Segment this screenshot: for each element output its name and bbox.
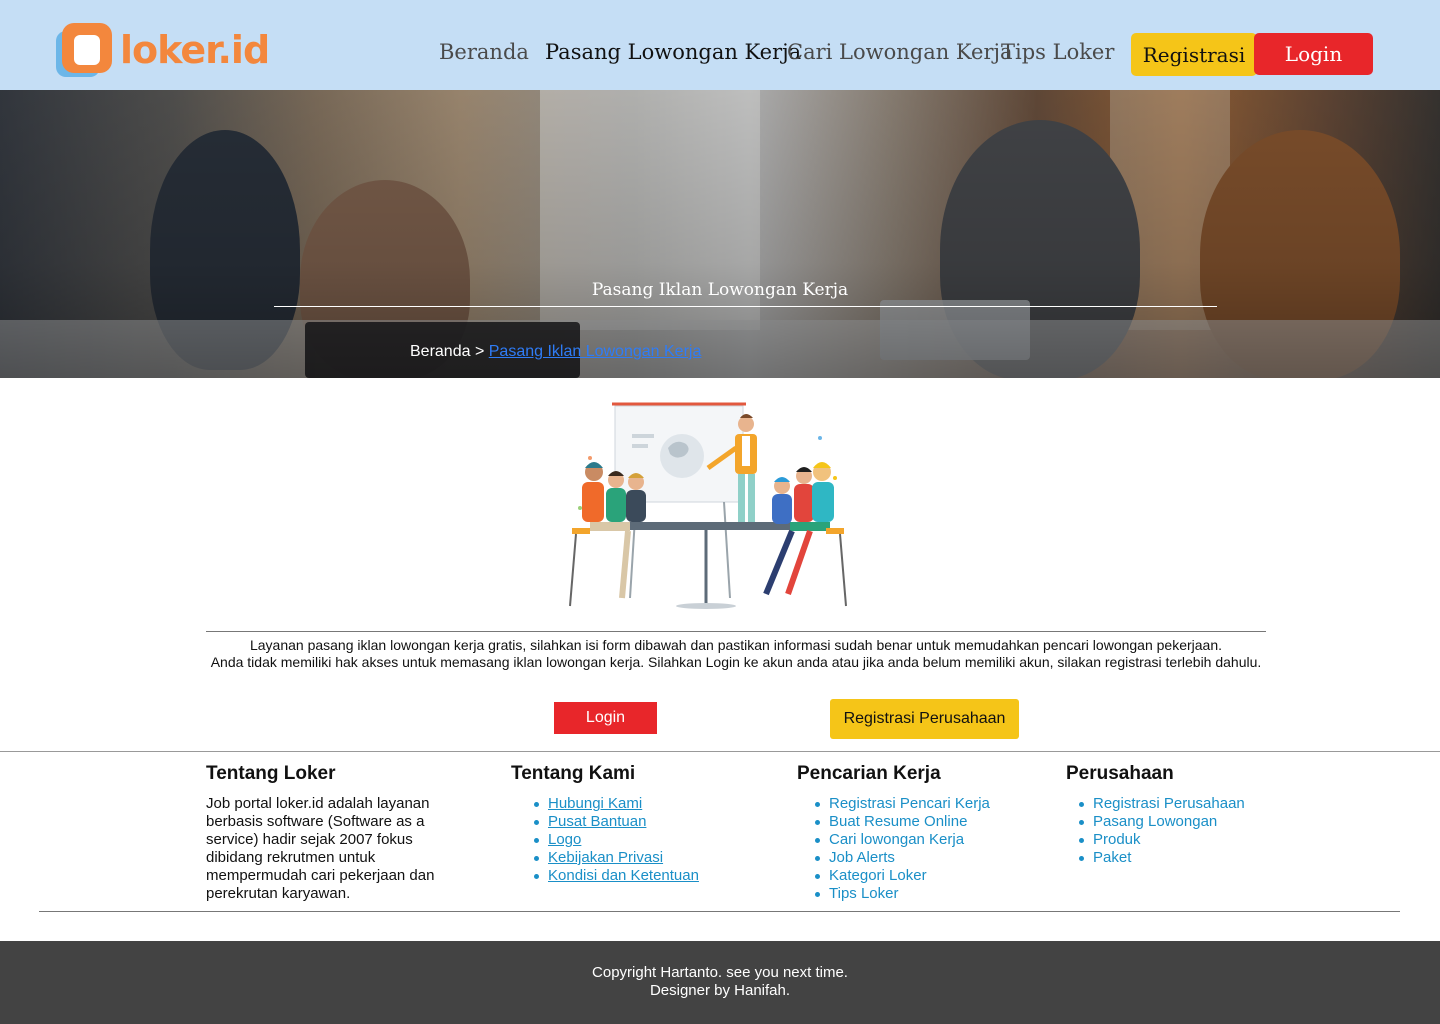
footer-link-kebijakan-privasi[interactable]: Kebijakan Privasi [530,849,699,867]
footer-link-pasang-lowongan[interactable]: Pasang Lowongan [1075,813,1245,831]
site-header: loker.id Beranda Pasang Lowongan Kerja C… [0,0,1440,90]
hero-divider [274,306,1217,307]
footer-link-logo[interactable]: Logo [530,831,699,849]
footer-divider-bottom [39,911,1400,912]
footer-heading: Tentang Kami [511,763,636,784]
footer-link-list: Registrasi Perusahaan Pasang Lowongan Pr… [1075,795,1245,867]
breadcrumb: Beranda > Pasang Iklan Lowongan Kerja [410,343,701,361]
breadcrumb-home[interactable]: Beranda [410,343,471,360]
footer-col-job-search: Pencarian Kerja Registrasi Pencari Kerja… [797,763,990,903]
footer-link-pusat-bantuan[interactable]: Pusat Bantuan [530,813,699,831]
nav-pasang-lowongan[interactable]: Pasang Lowongan Kerja [545,40,801,64]
footer-link-list: Registrasi Pencari Kerja Buat Resume Onl… [811,795,990,903]
site-logo[interactable]: loker.id [56,22,270,78]
register-company-button[interactable]: Registrasi Perusahaan [830,699,1019,739]
footer-heading: Perusahaan [1066,763,1174,784]
copyright-bar: Copyright Hartanto. see you next time. D… [0,941,1440,1024]
footer-link-registrasi-perusahaan[interactable]: Registrasi Perusahaan [1075,795,1245,813]
footer-link-produk[interactable]: Produk [1075,831,1245,849]
hero-banner: Pasang Iklan Lowongan Kerja Beranda > Pa… [0,90,1440,378]
login-button[interactable]: Login [1254,33,1373,75]
footer-heading: Pencarian Kerja [797,763,941,784]
loker-logo-icon [56,23,112,77]
footer-link-registrasi-pencari[interactable]: Registrasi Pencari Kerja [811,795,990,813]
notice-text: Layanan pasang iklan lowongan kerja grat… [206,637,1266,671]
footer-link-paket[interactable]: Paket [1075,849,1245,867]
footer-heading: Tentang Loker [206,763,336,784]
footer-about-text: Job portal loker.id adalah layanan berba… [206,795,435,902]
designer-credit: Designer by Hanifah. [649,982,791,999]
footer-col-company: Perusahaan Registrasi Perusahaan Pasang … [1066,763,1245,867]
login-main-button[interactable]: Login [554,702,657,734]
nav-tips-loker[interactable]: Tips Loker [1001,40,1114,64]
footer-link-tips-loker[interactable]: Tips Loker [811,885,990,903]
breadcrumb-separator: > [474,343,485,360]
logo-text: loker.id [120,28,270,72]
nav-cari-lowongan[interactable]: Cari Lowongan Kerja [787,40,1013,64]
footer-col-about-loker: Tentang Loker Job portal loker.id adalah… [206,763,456,903]
copyright-text: Copyright Hartanto. see you next time. [592,964,848,981]
footer-divider-top [0,751,1440,752]
breadcrumb-current-link[interactable]: Pasang Iklan Lowongan Kerja [489,343,702,360]
nav-beranda[interactable]: Beranda [439,40,529,64]
footer-col-about-us: Tentang Kami Hubungi Kami Pusat Bantuan … [511,763,699,885]
footer-link-hubungi-kami[interactable]: Hubungi Kami [530,795,699,813]
footer-link-buat-resume[interactable]: Buat Resume Online [811,813,990,831]
meeting-illustration [569,402,847,609]
notice-divider [206,631,1266,632]
notice-line-2: Anda tidak memiliki hak akses untuk mema… [210,654,1262,670]
footer-link-kondisi-ketentuan[interactable]: Kondisi dan Ketentuan [530,867,699,885]
footer-link-list: Hubungi Kami Pusat Bantuan Logo Kebijaka… [530,795,699,885]
register-button[interactable]: Registrasi [1131,33,1257,76]
hero-title: Pasang Iklan Lowongan Kerja [591,280,849,300]
footer-link-kategori-loker[interactable]: Kategori Loker [811,867,990,885]
footer-link-cari-lowongan[interactable]: Cari lowongan Kerja [811,831,990,849]
notice-line-1: Layanan pasang iklan lowongan kerja grat… [249,637,1223,653]
footer-link-job-alerts[interactable]: Job Alerts [811,849,990,867]
